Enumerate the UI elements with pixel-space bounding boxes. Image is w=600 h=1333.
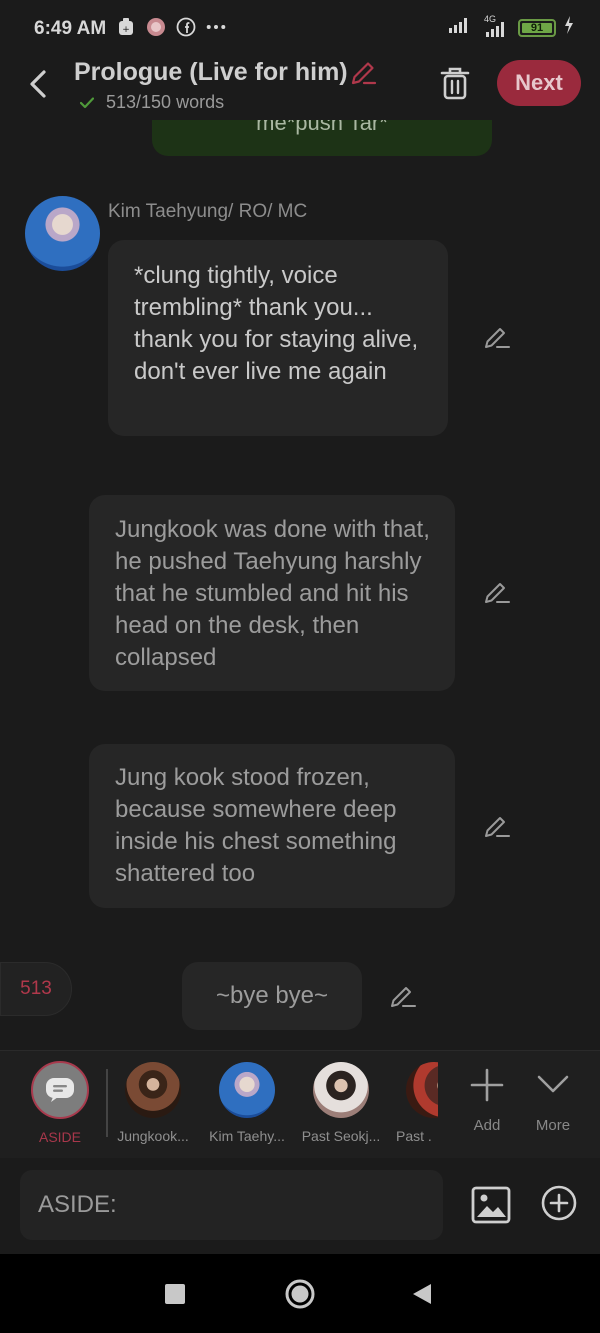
more-notifications-icon	[206, 17, 226, 37]
add-character-button[interactable]: Add	[452, 1051, 522, 1134]
insert-image-button[interactable]	[470, 1184, 512, 1226]
pencil-icon	[485, 817, 510, 837]
edit-message-button[interactable]	[482, 812, 512, 842]
aside-avatar	[31, 1061, 89, 1119]
character-name: Kim Taehyung/ RO/ MC	[108, 201, 308, 222]
delete-button[interactable]	[438, 64, 472, 102]
comment-icon	[46, 1078, 74, 1102]
notification-avatar-icon	[146, 17, 166, 37]
chevron-down-icon	[533, 1065, 573, 1105]
character-past[interactable]: Past .	[388, 1051, 438, 1144]
pencil-icon	[485, 328, 510, 348]
notification-icons: +	[116, 17, 226, 37]
system-back-button[interactable]	[411, 1282, 433, 1306]
character-label: Past .	[396, 1128, 432, 1144]
word-count: 513/150 words	[80, 92, 224, 113]
home-button[interactable]	[284, 1278, 316, 1310]
signal-4g-icon: 4G	[480, 14, 510, 39]
message-bubble[interactable]: *clung tightly, voice trembling* thank y…	[108, 240, 448, 436]
pencil-icon	[485, 583, 510, 603]
previous-message-bubble[interactable]: me*push Tar*	[152, 120, 492, 156]
plus-icon	[467, 1065, 507, 1105]
page-title[interactable]: Prologue (Live for him)	[74, 58, 348, 87]
pencil-icon	[391, 987, 416, 1007]
character-aside[interactable]: ASIDE	[15, 1051, 105, 1145]
pencil-icon	[351, 62, 377, 85]
notification-app-icon: +	[116, 17, 136, 37]
chevron-left-icon	[30, 70, 46, 98]
system-navigation-bar	[0, 1254, 600, 1333]
signal-icon	[448, 16, 472, 39]
check-icon	[80, 96, 94, 108]
character-label: Jungkook...	[117, 1128, 189, 1144]
avatar-kim-taehyung[interactable]	[25, 196, 100, 271]
trash-icon	[440, 67, 470, 100]
facebook-icon	[176, 17, 196, 37]
add-content-button[interactable]	[540, 1184, 578, 1222]
message-bubble[interactable]: Jung kook stood frozen, because somewher…	[89, 744, 455, 908]
charging-icon	[564, 16, 574, 39]
edit-message-button[interactable]	[482, 323, 512, 353]
status-right: 4G 91	[448, 14, 574, 39]
battery-level: 91	[530, 21, 544, 34]
recent-apps-button[interactable]	[165, 1284, 185, 1304]
chat-area[interactable]: me*push Tar* Kim Taehyung/ RO/ MC *clung…	[0, 120, 600, 1050]
status-bar: 6:49 AM + 4G 91	[0, 0, 600, 58]
character-jungkook[interactable]: Jungkook...	[108, 1051, 198, 1144]
more-button[interactable]: More	[518, 1051, 588, 1134]
character-selector: ASIDE Jungkook... Kim Taehy... Past Seok…	[0, 1050, 600, 1158]
edit-message-button[interactable]	[482, 578, 512, 608]
avatar	[219, 1062, 275, 1118]
word-count-text: 513/150 words	[106, 92, 225, 112]
character-label: Kim Taehy...	[209, 1128, 285, 1144]
image-icon	[471, 1186, 511, 1224]
add-label: Add	[473, 1117, 501, 1134]
input-bar: ASIDE:	[0, 1158, 600, 1254]
character-label: Past Seokj...	[301, 1128, 381, 1144]
back-button[interactable]	[22, 66, 52, 102]
battery-icon: 91	[518, 18, 556, 37]
message-input[interactable]: ASIDE:	[20, 1170, 443, 1240]
avatar	[125, 1062, 181, 1118]
message-bubble[interactable]: Jungkook was done with that, he pushed T…	[89, 495, 455, 691]
next-button[interactable]: Next	[497, 60, 581, 106]
editor-header: Prologue (Live for him) 513/150 words Ne…	[0, 58, 600, 120]
character-past-seokjin[interactable]: Past Seokj...	[296, 1051, 386, 1144]
back-triangle-icon	[413, 1284, 431, 1304]
word-count-badge[interactable]: 513	[0, 962, 72, 1016]
home-circle-icon	[285, 1279, 315, 1309]
edit-title-button[interactable]	[348, 58, 378, 88]
edit-message-button[interactable]	[388, 982, 418, 1012]
character-kim-taehyung[interactable]: Kim Taehy...	[202, 1051, 292, 1144]
avatar	[313, 1062, 369, 1118]
message-bubble[interactable]: ~bye bye~	[182, 962, 362, 1030]
more-label: More	[535, 1117, 571, 1134]
status-time: 6:49 AM	[34, 18, 107, 39]
plus-circle-icon	[541, 1185, 577, 1221]
character-label: ASIDE	[38, 1129, 81, 1145]
svg-text:+: +	[122, 25, 130, 35]
avatar	[406, 1062, 438, 1118]
